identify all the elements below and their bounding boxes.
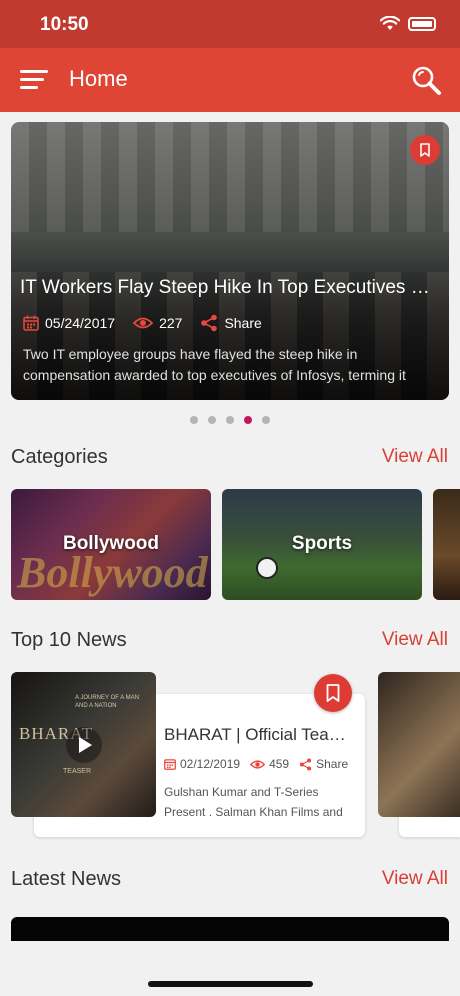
news-date: 02/12/2019 [180,757,241,771]
featured-date: 05/24/2017 [45,315,116,331]
screen: 10:50 Home IT Workers Flay Steep Hike In… [0,0,460,996]
category-label: Bollywood [62,533,160,554]
pager-dot[interactable] [190,416,198,424]
page-title: Home [69,66,128,91]
latest-news-card-partial[interactable] [11,917,449,941]
football-shape [256,557,278,579]
calendar-icon [164,759,176,770]
app-bar: Home [0,48,460,112]
bookmark-icon [420,143,430,157]
categories-header: Categories View All [0,446,460,476]
calendar-icon [23,315,39,331]
carousel-pager [0,416,460,424]
featured-title[interactable]: IT Workers Flay Steep Hike In Top Execut… [20,277,436,299]
news-meta: 02/12/2019 459 Share [164,757,358,771]
date-item: 02/12/2019 [164,757,240,771]
battery-icon [408,16,436,31]
thumb-teaser-text: TEASER [63,768,92,775]
featured-description: Two IT employee groups have flayed the s… [23,346,406,383]
view-all-link[interactable]: View All [382,629,448,651]
featured-views: 227 [159,315,183,331]
latest-news-header: Latest News View All [0,868,460,898]
play-button[interactable] [66,727,102,763]
section-title: Categories [11,446,108,468]
search-icon[interactable] [412,66,442,96]
thumb-tagline-2: AND A NATION [75,703,117,709]
pager-dot[interactable] [226,416,234,424]
video-thumbnail-partial[interactable] [378,672,460,817]
status-bar: 10:50 [0,0,460,48]
section-title: Latest News [11,868,122,890]
wifi-icon [380,16,400,30]
share-icon [201,314,218,332]
news-title[interactable]: BHARAT | Official Teaser [164,725,352,745]
featured-news-card[interactable]: IT Workers Flay Steep Hike In Top Execut… [11,122,449,400]
news-description: Gulshan Kumar and T-Series Present . Sal… [164,785,343,819]
category-card-sports[interactable]: Sports [222,489,422,600]
section-title: Top 10 News [11,629,127,651]
status-icons [380,16,436,31]
bookmark-icon [326,684,340,702]
pager-dot[interactable] [262,416,270,424]
view-all-link[interactable]: View All [382,868,448,890]
share-label: Share [224,315,262,331]
eye-icon [250,759,266,769]
news-views: 459 [269,757,290,771]
video-thumbnail[interactable]: A JOURNEY OF A MAN AND A NATION BHARAT T… [11,672,156,817]
share-button[interactable]: Share [299,757,348,771]
home-indicator[interactable] [148,981,313,987]
views-item: 227 [133,315,182,331]
views-item: 459 [250,757,289,771]
bookmark-button[interactable] [314,674,352,712]
category-label: Sports [291,533,353,554]
eye-icon [133,317,154,329]
share-icon [299,758,312,770]
status-time: 10:50 [40,14,89,35]
thumb-tagline-1: A JOURNEY OF A MAN [75,695,139,701]
category-card-bollywood[interactable]: Bollywood Bollywood [11,489,211,600]
share-button[interactable]: Share [200,314,262,332]
bookmark-button[interactable] [410,135,440,165]
share-label: Share [316,757,349,771]
top-news-header: Top 10 News View All [0,629,460,659]
pager-dot-active[interactable] [244,416,252,424]
featured-meta: 05/24/2017 227 Share [23,314,280,332]
pager-dot[interactable] [208,416,216,424]
date-item: 05/24/2017 [23,315,115,331]
hamburger-menu-icon[interactable] [20,68,48,92]
play-icon [79,737,92,753]
view-all-link[interactable]: View All [382,446,448,468]
category-card-partial[interactable] [433,489,460,600]
